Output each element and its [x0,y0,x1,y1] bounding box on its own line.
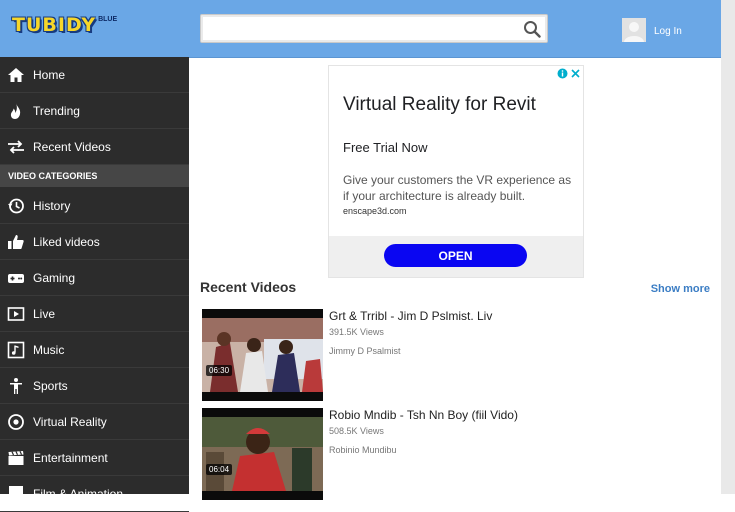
sidebar-item-history[interactable]: History [0,188,189,224]
clapperboard-icon [7,449,25,467]
sidebar-item-label: Virtual Reality [33,414,107,429]
thumbs-up-icon [7,233,25,251]
sidebar-item-label: Entertainment [33,450,108,465]
ad-subtitle: Free Trial Now [343,140,428,155]
sidebar-item-live[interactable]: Live [0,296,189,332]
video-title[interactable]: Robio Mndib - Tsh Nn Boy (fiil Vido) [329,408,518,422]
home-icon [7,66,25,84]
video-item[interactable]: 06:30 Grt & Trribl - Jim D Pslmist. Liv … [202,309,702,401]
sidebar-item-music[interactable]: Music [0,332,189,368]
ad-choices[interactable] [557,68,581,79]
sidebar-item-gaming[interactable]: Gaming [0,260,189,296]
ad-banner[interactable]: Virtual Reality for Revit Free Trial Now… [328,65,584,278]
video-views: 391.5K Views [329,327,384,337]
video-thumbnail[interactable]: 06:04 [202,408,323,500]
history-icon [7,197,25,215]
video-thumbnail-image [202,408,323,500]
info-icon [557,68,568,79]
video-channel[interactable]: Jimmy D Psalmist [329,346,401,356]
video-thumbnail-image [202,309,323,401]
logo-text: TUBIDY [12,14,97,36]
ad-footer: OPEN [329,236,583,277]
music-icon [7,341,25,359]
top-header: TUBIDY BLUE Log In [0,0,721,58]
site-logo[interactable]: TUBIDY BLUE [12,14,117,38]
video-thumbnail[interactable]: 06:30 [202,309,323,401]
sidebar-item-virtual-reality[interactable]: Virtual Reality [0,404,189,440]
search-icon[interactable] [523,20,541,38]
video-title[interactable]: Grt & Trribl - Jim D Pslmist. Liv [329,309,492,323]
sidebar-item-label: Gaming [33,270,76,285]
video-views: 508.5K Views [329,426,384,436]
flame-icon [7,102,25,120]
avatar[interactable] [622,18,646,42]
sidebar-item-entertainment[interactable]: Entertainment [0,440,189,476]
ad-title[interactable]: Virtual Reality for Revit [343,94,536,116]
video-item[interactable]: 06:04 Robio Mndib - Tsh Nn Boy (fiil Vid… [202,408,702,500]
video-duration: 06:30 [206,365,233,376]
user-silhouette-icon [622,18,646,42]
sidebar-item-recent-videos[interactable]: Recent Videos [0,129,189,165]
ad-description: Give your customers the VR experience as… [343,173,572,203]
sidebar: Home Trending Recent Videos VIDEO CATEGO… [0,57,189,512]
logo-subtext: BLUE [98,16,118,23]
sidebar-item-film-animation[interactable]: Film & Animation [0,476,189,512]
person-icon [7,377,25,395]
ad-open-button[interactable]: OPEN [384,244,527,267]
sidebar-item-liked-videos[interactable]: Liked videos [0,224,189,260]
ad-domain: enscape3d.com [343,206,407,216]
search-box [200,14,548,43]
search-input[interactable] [205,18,519,40]
section-header-video-categories: VIDEO CATEGORIES [0,165,189,187]
section-title-recent-videos: Recent Videos [200,279,297,295]
video-channel[interactable]: Robinio Mundibu [329,445,397,455]
show-more-link[interactable]: Show more [651,283,710,295]
close-icon [571,69,580,78]
gamepad-icon [7,269,25,287]
sidebar-item-label: Trending [33,103,80,118]
sidebar-item-label: Home [33,67,66,82]
sidebar-item-home[interactable]: Home [0,57,189,93]
sidebar-item-label: History [33,198,71,213]
login-link[interactable]: Log In [654,26,682,37]
sidebar-item-label: Liked videos [33,234,100,249]
target-icon [7,413,25,431]
sidebar-item-label: Sports [33,378,68,393]
page-gutter [721,0,735,494]
swap-arrows-icon [7,138,25,156]
sidebar-item-sports[interactable]: Sports [0,368,189,404]
sidebar-item-label: Music [33,342,65,357]
sidebar-item-trending[interactable]: Trending [0,93,189,129]
live-icon [7,305,25,323]
sidebar-item-label: Recent Videos [33,139,111,154]
main-content: Virtual Reality for Revit Free Trial Now… [189,57,721,500]
sidebar-item-label: Live [33,306,56,321]
video-duration: 06:04 [206,464,233,475]
